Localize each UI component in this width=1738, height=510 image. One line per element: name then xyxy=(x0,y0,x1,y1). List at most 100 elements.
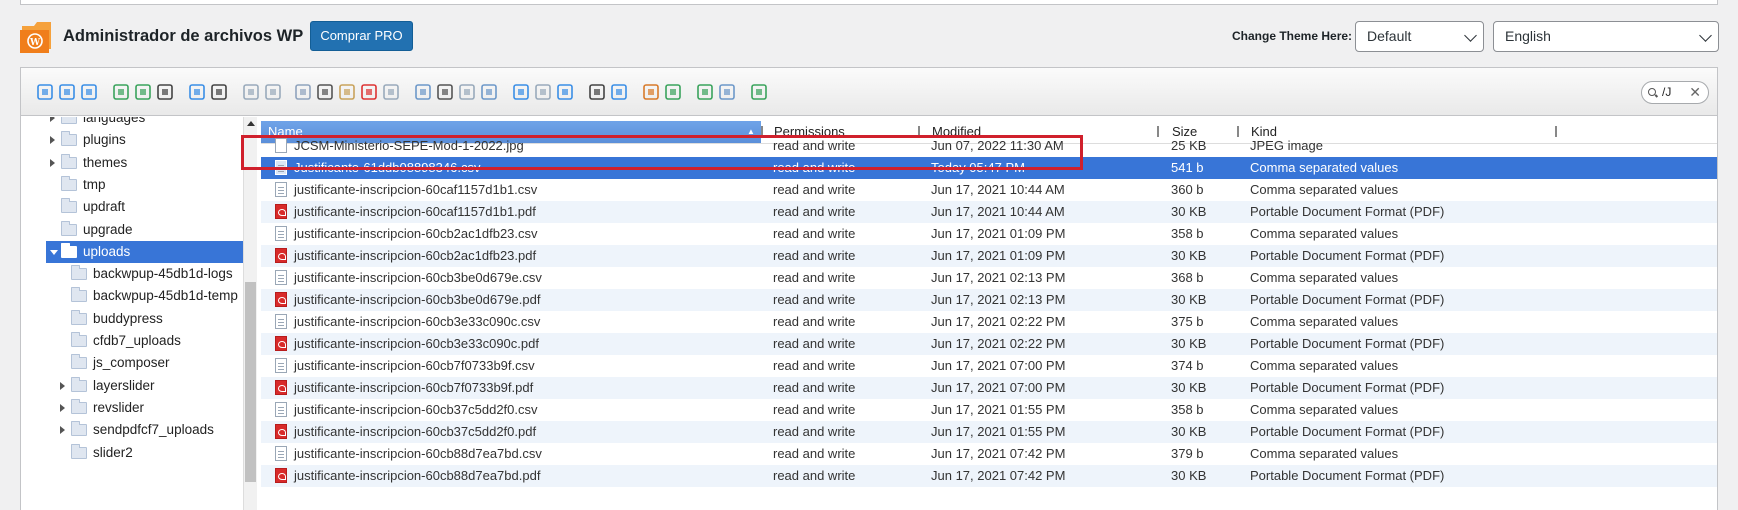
save-as-icon[interactable] xyxy=(209,82,229,102)
file-modified: Jun 17, 2021 01:55 PM xyxy=(931,423,1066,439)
upload-icon[interactable] xyxy=(133,82,153,102)
tree-item-updraft[interactable]: updraft xyxy=(26,196,243,218)
scrollbar-thumb[interactable] xyxy=(245,282,256,482)
file-row[interactable]: justificante-inscripcion-60caf1157d1b1.c… xyxy=(261,179,1717,201)
copy-icon[interactable] xyxy=(293,82,313,102)
open-icon[interactable] xyxy=(187,82,207,102)
file-size: 358 b xyxy=(1171,401,1204,417)
file-row[interactable]: Justificante-61ddb08898346.csv read and w… xyxy=(261,156,1717,179)
file-row[interactable]: justificante-inscripcion-60caf1157d1b1.p… xyxy=(261,200,1717,223)
file-kind: Comma separated values xyxy=(1250,269,1399,285)
empty-icon[interactable] xyxy=(381,82,401,102)
csv-file-icon xyxy=(275,357,287,373)
info-icon[interactable] xyxy=(609,82,629,102)
file-permissions: read and write xyxy=(773,445,856,461)
file-row[interactable]: justificante-inscripcion-60cb2ac1dfb23.c… xyxy=(261,223,1717,245)
grid-icon[interactable] xyxy=(695,82,715,102)
redo-icon[interactable] xyxy=(263,82,283,102)
theme-select[interactable]: Default xyxy=(1355,21,1484,52)
tree-item-cfdb7-uploads[interactable]: cfdb7_uploads xyxy=(26,330,243,352)
download-icon[interactable] xyxy=(111,82,131,102)
file-permissions: read and write xyxy=(773,291,856,307)
file-kind: Comma separated values xyxy=(1250,225,1399,241)
svg-text:W: W xyxy=(29,38,41,48)
file-row[interactable]: justificante-inscripcion-60cb88d7ea7bd.p… xyxy=(261,464,1717,487)
file-row[interactable]: justificante-inscripcion-60cb37c5dd2f0.p… xyxy=(261,420,1717,443)
back-icon[interactable] xyxy=(35,82,55,102)
clear-search-icon[interactable]: ✕ xyxy=(1689,82,1701,103)
tree-item-revslider[interactable]: revslider xyxy=(26,397,243,419)
tree-item-plugins[interactable]: plugins xyxy=(26,129,243,151)
collapsed-arrow-icon[interactable] xyxy=(50,117,55,122)
file-modified: Jun 17, 2021 02:13 PM xyxy=(931,269,1066,285)
paste-icon[interactable] xyxy=(337,82,357,102)
folder-icon xyxy=(71,443,87,459)
file-row[interactable]: justificante-inscripcion-60cb88d7ea7bd.c… xyxy=(261,443,1717,465)
select-all-icon[interactable] xyxy=(435,82,455,102)
tree-item-label: backwpup-45db1d-temp xyxy=(93,288,238,304)
edit-icon[interactable] xyxy=(457,82,477,102)
forward-icon[interactable] xyxy=(57,82,77,102)
undo-icon[interactable] xyxy=(241,82,261,102)
file-row[interactable]: justificante-inscripcion-60cb7f0733b9f.c… xyxy=(261,355,1717,377)
resize-icon[interactable] xyxy=(479,82,499,102)
save-icon[interactable] xyxy=(155,82,175,102)
file-row[interactable]: justificante-inscripcion-60cb7f0733b9f.p… xyxy=(261,376,1717,399)
tree-item-layerslider[interactable]: layerslider xyxy=(26,375,243,397)
scroll-up-icon[interactable] xyxy=(247,121,255,126)
language-select[interactable]: English xyxy=(1493,21,1719,52)
list-view-icon[interactable] xyxy=(533,82,553,102)
file-name: Justificante-61ddb08898346.csv xyxy=(294,159,481,175)
file-row[interactable]: justificante-inscripcion-60cb2ac1dfb23.p… xyxy=(261,244,1717,267)
file-row[interactable]: justificante-inscripcion-60cb3e33c090c.c… xyxy=(261,311,1717,333)
extract-icon[interactable] xyxy=(641,82,661,102)
file-row[interactable]: justificante-inscripcion-60cb3be0d679e.c… xyxy=(261,267,1717,289)
tree-item-languages[interactable]: languages xyxy=(26,117,243,129)
delete-icon[interactable] xyxy=(359,82,379,102)
file-size: 30 KB xyxy=(1171,467,1207,483)
tree-item-js-composer[interactable]: js_composer xyxy=(26,352,243,374)
file-row[interactable]: JCSM-Ministerio-SEPE-Mod-1-2022.jpg read … xyxy=(261,135,1717,157)
fullscreen-icon[interactable] xyxy=(749,82,769,102)
collapsed-arrow-icon[interactable] xyxy=(60,426,65,435)
collapsed-arrow-icon[interactable] xyxy=(60,403,65,412)
tree-scrollbar[interactable] xyxy=(243,117,257,510)
icons-view-icon[interactable] xyxy=(511,82,531,102)
language-select-value: English xyxy=(1505,28,1551,44)
tree-item-upgrade[interactable]: upgrade xyxy=(26,219,243,241)
tree-item-backwpup-45db1d-logs[interactable]: backwpup-45db1d-logs xyxy=(26,263,243,285)
cut-icon[interactable] xyxy=(315,82,335,102)
file-row[interactable]: justificante-inscripcion-60cb3e33c090c.p… xyxy=(261,332,1717,355)
up-icon[interactable] xyxy=(79,82,99,102)
search-input[interactable]: /J xyxy=(1662,85,1671,99)
collapsed-arrow-icon[interactable] xyxy=(50,158,55,167)
duplicate-icon[interactable] xyxy=(413,82,433,102)
tree-item-sendpdfcf7-uploads[interactable]: sendpdfcf7_uploads xyxy=(26,419,243,441)
tree-item-themes[interactable]: themes xyxy=(26,152,243,174)
tree-item-uploads[interactable]: uploads xyxy=(46,240,243,263)
tree-item-tmp[interactable]: tmp xyxy=(26,174,243,196)
file-name: justificante-inscripcion-60cb3e33c090c.p… xyxy=(294,335,539,351)
app-title: Administrador de archivos WP xyxy=(63,27,304,45)
file-row[interactable]: justificante-inscripcion-60cb3be0d679e.p… xyxy=(261,288,1717,311)
search-box[interactable]: /J ✕ xyxy=(1641,81,1709,104)
columns-view-icon[interactable] xyxy=(555,82,575,102)
tree-item-backwpup-45db1d-temp[interactable]: backwpup-45db1d-temp xyxy=(26,285,243,307)
collapsed-arrow-icon[interactable] xyxy=(50,136,55,145)
file-permissions: read and write xyxy=(773,401,856,417)
file-name: justificante-inscripcion-60cb7f0733b9f.p… xyxy=(294,379,534,395)
tree-item-label: themes xyxy=(83,154,128,170)
tree-item-buddypress[interactable]: buddypress xyxy=(26,308,243,330)
tree-item-label: tmp xyxy=(83,176,106,192)
buy-pro-button[interactable]: Comprar PRO xyxy=(310,21,413,51)
archive-icon[interactable] xyxy=(663,82,683,102)
expanded-arrow-icon[interactable] xyxy=(50,249,58,255)
file-name: justificante-inscripcion-60cb2ac1dfb23.p… xyxy=(294,247,537,263)
tree-item-slider2[interactable]: slider2 xyxy=(26,442,243,464)
file-row[interactable]: justificante-inscripcion-60cb37c5dd2f0.c… xyxy=(261,399,1717,421)
file-kind: Portable Document Format (PDF) xyxy=(1250,291,1445,307)
preview-icon[interactable] xyxy=(587,82,607,102)
collapsed-arrow-icon[interactable] xyxy=(60,381,65,390)
sort-icon[interactable] xyxy=(717,82,737,102)
file-size: 374 b xyxy=(1171,357,1204,373)
